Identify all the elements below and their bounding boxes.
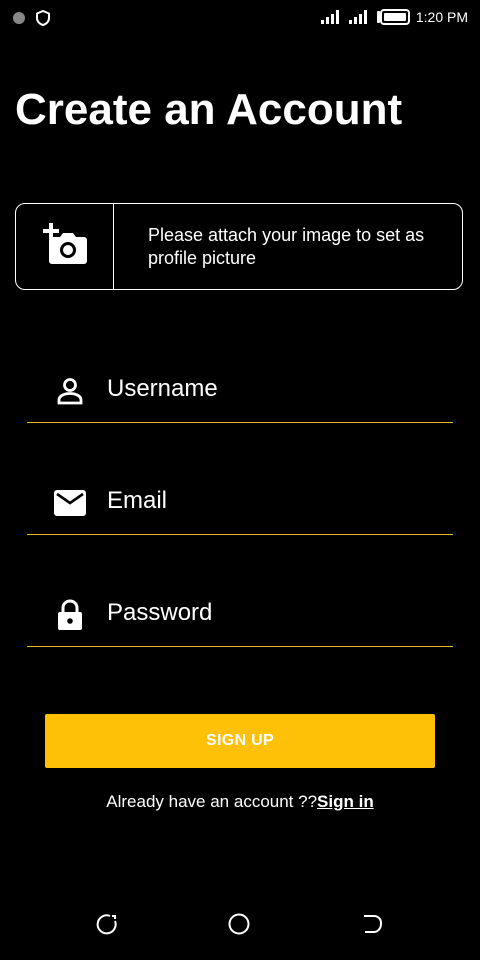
battery-icon — [376, 9, 410, 25]
navigation-bar — [0, 900, 480, 948]
email-label: Email — [107, 487, 168, 514]
attach-icon-cell[interactable] — [16, 204, 114, 289]
back-icon[interactable] — [95, 912, 119, 936]
signal-icon — [348, 9, 370, 25]
password-field[interactable]: Password — [27, 575, 453, 647]
lock-icon — [54, 599, 86, 631]
sign-in-link[interactable]: Sign in — [317, 792, 374, 811]
page-title: Create an Account — [15, 85, 403, 134]
signup-screen: 1:20 PM Create an Account Please attach … — [0, 0, 480, 960]
home-icon[interactable] — [227, 912, 251, 936]
attach-text: Please attach your image to set as profi… — [148, 224, 425, 268]
recents-icon[interactable] — [360, 912, 384, 936]
shield-icon — [36, 9, 50, 31]
mail-icon — [54, 487, 86, 519]
username-field[interactable]: Username — [27, 351, 453, 423]
signal-icon — [320, 9, 342, 25]
sign-up-button[interactable]: SIGN UP — [45, 714, 435, 768]
person-icon — [54, 375, 86, 407]
sign-in-row: Already have an account ??Sign in — [0, 792, 480, 812]
attach-image-card[interactable]: Please attach your image to set as profi… — [15, 203, 463, 290]
sign-in-prompt: Already have an account ?? — [106, 792, 318, 811]
username-label: Username — [107, 375, 218, 402]
status-time: 1:20 PM — [415, 9, 468, 25]
email-field[interactable]: Email — [27, 463, 453, 535]
status-bar: 1:20 PM — [0, 0, 480, 36]
notification-dot-icon — [12, 11, 26, 30]
add-photo-icon[interactable] — [42, 223, 88, 270]
password-label: Password — [107, 599, 213, 626]
